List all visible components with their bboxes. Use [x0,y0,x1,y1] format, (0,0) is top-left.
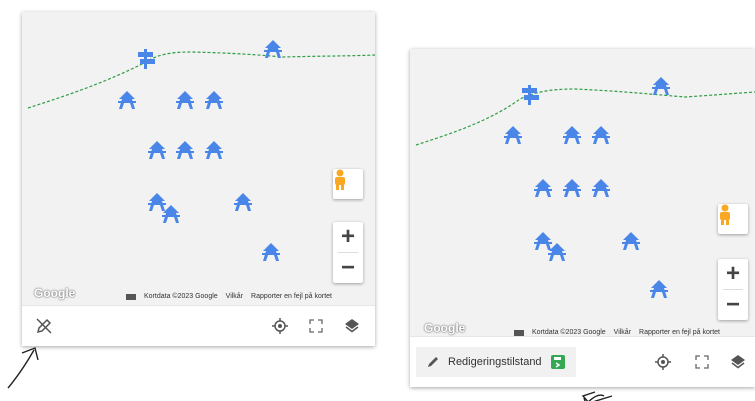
picnic-site-icon[interactable] [174,140,196,160]
picnic-site-icon[interactable] [532,178,554,198]
picnic-site-icon[interactable] [262,39,284,59]
picnic-site-icon[interactable] [502,125,524,145]
edit-mode-label: Redigeringstilstand [448,356,542,368]
layers-icon[interactable] [726,350,750,374]
picnic-site-icon[interactable] [260,242,282,262]
google-logo: Google [424,321,466,335]
map-attribution: Kortdata ©2023 Google Vilkår Rapporter e… [514,329,720,336]
map-data-text: Kortdata ©2023 Google [144,293,218,300]
zoom-in-button[interactable]: + [333,222,363,252]
picnic-site-icon[interactable] [648,279,670,299]
my-location-icon[interactable] [651,350,675,374]
keyboard-shortcuts-icon[interactable] [126,293,136,300]
map-attribution: Kortdata ©2023 Google Vilkår Rapporter e… [126,293,332,300]
street-view-pegman-icon[interactable] [333,169,363,199]
map-widget-left: + − Google Kortdata ©2023 Google Vilkår … [22,12,375,346]
route-overlay [27,51,375,109]
picnic-site-icon[interactable] [590,125,612,145]
zoom-controls: + − [333,222,363,283]
terms-link[interactable]: Vilkår [226,293,243,300]
picnic-site-icon[interactable] [160,204,182,224]
picnic-site-icon[interactable] [174,90,196,110]
pencil-icon [428,357,438,367]
zoom-out-button[interactable]: − [718,290,748,320]
picnic-site-icon[interactable] [650,76,672,96]
signpost-icon[interactable] [519,84,541,105]
keyboard-shortcuts-icon[interactable] [514,329,524,336]
map-widget-right: + − Google Kortdata ©2023 Google Vilkår … [410,49,755,387]
google-logo: Google [34,286,76,300]
edit-mode-indicator[interactable]: Redigeringstilstand [416,347,576,377]
picnic-site-icon[interactable] [620,231,642,251]
my-location-icon[interactable] [268,314,292,338]
report-error-link[interactable]: Rapporter en fejl på kortet [251,293,332,300]
fullscreen-icon[interactable] [304,314,328,338]
map-toolbar [22,305,375,346]
signpost-icon[interactable] [135,48,157,69]
picnic-site-icon[interactable] [561,178,583,198]
picnic-site-icon[interactable] [590,178,612,198]
picnic-site-icon[interactable] [232,192,254,212]
picnic-site-icon[interactable] [146,140,168,160]
map-canvas[interactable]: + − Google Kortdata ©2023 Google Vilkår … [410,49,755,337]
picnic-site-icon[interactable] [203,140,225,160]
zoom-out-button[interactable]: − [333,253,363,283]
save-icon[interactable] [550,354,566,370]
picnic-site-icon[interactable] [203,90,225,110]
fullscreen-icon[interactable] [690,350,714,374]
report-error-link[interactable]: Rapporter en fejl på kortet [639,329,720,336]
zoom-in-button[interactable]: + [718,259,748,289]
terms-link[interactable]: Vilkår [614,329,631,336]
edit-off-icon[interactable] [32,314,56,338]
picnic-site-icon[interactable] [561,125,583,145]
picnic-site-icon[interactable] [546,242,568,262]
map-data-text: Kortdata ©2023 Google [532,329,606,336]
annotation-arrow-left [7,347,39,389]
annotation-arrow-right [581,391,613,401]
layers-icon[interactable] [340,314,364,338]
street-view-pegman-icon[interactable] [718,204,748,234]
map-toolbar: Redigeringstilstand [410,336,755,387]
map-canvas[interactable]: + − Google Kortdata ©2023 Google Vilkår … [22,12,375,306]
picnic-site-icon[interactable] [116,90,138,110]
zoom-controls: + − [718,259,748,320]
